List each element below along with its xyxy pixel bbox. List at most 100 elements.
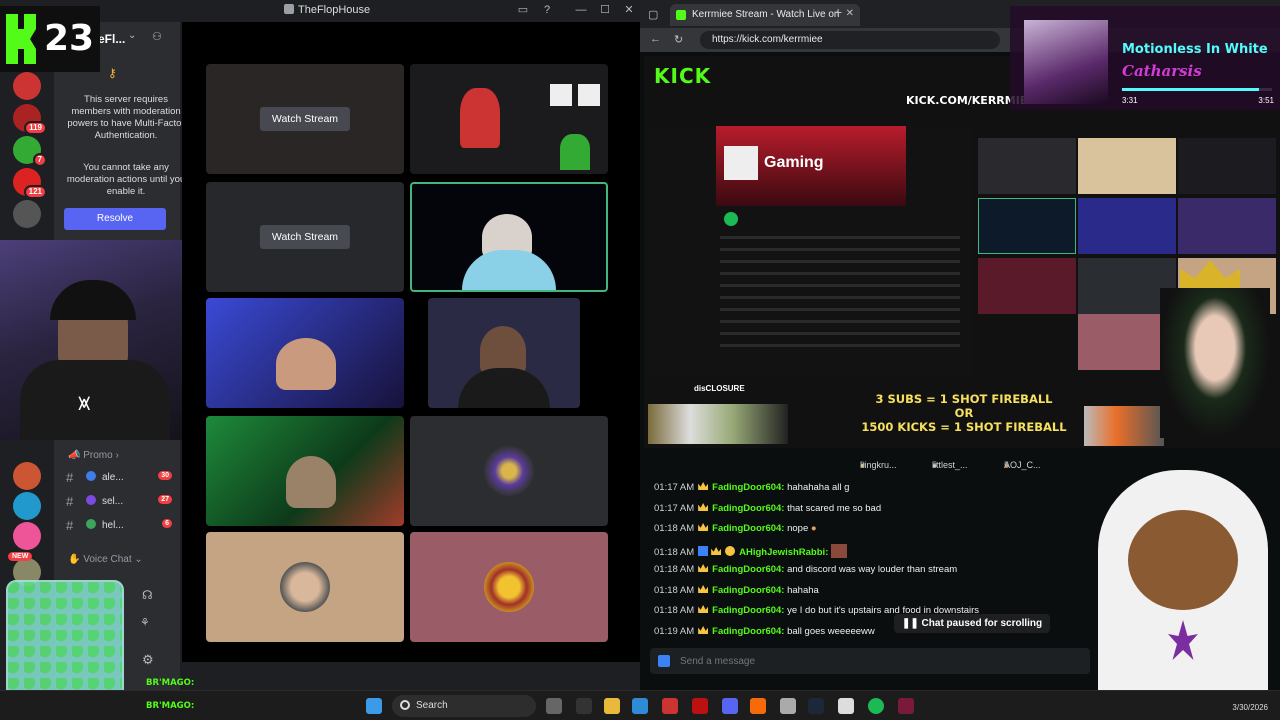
hash-icon: # [66, 470, 74, 485]
obs-icon[interactable] [838, 698, 854, 714]
help-icon[interactable]: ? [540, 3, 554, 17]
watch-stream-button[interactable]: Watch Stream [259, 107, 351, 131]
search-icon [400, 700, 410, 710]
channel-item[interactable]: # sel... 27 [62, 492, 176, 512]
server-icon[interactable] [13, 200, 41, 228]
album-art [1024, 20, 1108, 104]
track-row [720, 332, 960, 335]
chat-username[interactable]: AHighJewishRabbi [739, 547, 825, 558]
soundboard-icon[interactable]: ⚘ [140, 616, 150, 629]
resolve-button[interactable]: Resolve [64, 208, 166, 230]
emote-picker-icon[interactable] [658, 655, 670, 667]
spotify-icon[interactable] [868, 698, 884, 714]
discord-icon[interactable] [722, 698, 738, 714]
track-title: Catharsis [1122, 62, 1202, 80]
chat-timestamp: 01:18 AM [654, 605, 695, 616]
hash-icon: # [66, 518, 74, 533]
file-explorer-icon[interactable] [604, 698, 620, 714]
headphone-icon[interactable]: ☊ [142, 588, 153, 602]
opera-icon[interactable] [692, 698, 708, 714]
wave-icon: ✋ [68, 554, 84, 565]
inbox-icon[interactable]: ▭ [516, 3, 530, 17]
mini-tile [978, 138, 1076, 194]
stream-tile[interactable] [428, 298, 580, 408]
stream-tile-speaking[interactable] [410, 182, 608, 292]
back-icon[interactable]: ← [650, 33, 661, 45]
spotify-window: Gaming [646, 126, 974, 376]
chat-username[interactable]: FadingDoor604 [712, 605, 781, 616]
stream-tile[interactable]: Watch Stream [206, 182, 404, 292]
search-label: Search [416, 700, 448, 711]
play-button-icon [724, 212, 738, 226]
firefox-icon[interactable] [750, 698, 766, 714]
browser-tab[interactable]: Kerrmiee Stream - Watch Live on K ✕ [670, 4, 860, 26]
server-icon[interactable] [13, 72, 41, 100]
new-tab-button[interactable]: + [834, 4, 842, 20]
track-row [720, 248, 960, 251]
emote-icon [831, 544, 847, 558]
chat-paused-button[interactable]: ❚❚ Chat paused for scrolling [894, 614, 1051, 633]
chat-text: hahahaha all g [787, 482, 850, 493]
chat-username[interactable]: FadingDoor604 [712, 503, 781, 514]
chat-timestamp: 01:18 AM [654, 547, 695, 558]
chat-timestamp: 01:17 AM [654, 503, 695, 514]
gifter-count: 9 [860, 460, 866, 470]
chevron-down-icon[interactable]: ⌄ [128, 30, 136, 41]
stream-tile[interactable] [410, 532, 608, 642]
server-name[interactable]: eFl... [98, 32, 125, 46]
stream-tile[interactable] [206, 298, 404, 408]
start-button-icon[interactable] [366, 698, 382, 714]
maximize-button[interactable]: ☐ [598, 3, 612, 17]
server-icon[interactable] [13, 462, 41, 490]
stream-tile[interactable] [410, 416, 608, 526]
chat-input-box[interactable] [650, 648, 1090, 674]
chat-username[interactable]: FadingDoor604 [712, 626, 781, 637]
channel-item[interactable]: # ale... 30 [62, 468, 176, 488]
chat-text: that scared me so bad [787, 503, 882, 514]
stream-tile[interactable]: Watch Stream [206, 64, 404, 174]
add-member-icon[interactable]: ⚇ [152, 30, 162, 43]
server-icon[interactable]: 121 [13, 168, 47, 199]
taskbar-search[interactable]: Search [392, 695, 536, 717]
app-icon[interactable] [780, 698, 796, 714]
minimize-button[interactable]: — [574, 3, 588, 17]
watch-stream-button[interactable]: Watch Stream [259, 225, 351, 249]
stream-tile[interactable] [410, 64, 608, 174]
send-message-input[interactable] [680, 652, 1060, 670]
close-tab-icon[interactable]: ✕ [846, 8, 854, 19]
tab-list-icon[interactable]: ▢ [648, 8, 658, 21]
participant-avatar [484, 446, 534, 496]
server-icon[interactable] [13, 522, 41, 550]
chat-username[interactable]: FadingDoor604 [712, 585, 781, 596]
url-field[interactable]: https://kick.com/kerrmiee [700, 31, 1000, 49]
track-progress-fill [1122, 88, 1259, 91]
app-icon[interactable] [662, 698, 678, 714]
megaphone-icon: 📣 [68, 450, 84, 461]
server-icon[interactable] [13, 492, 41, 520]
stream-tile[interactable] [206, 532, 404, 642]
server-icon[interactable]: 119 [13, 104, 47, 135]
discord-icon [284, 4, 294, 14]
stream-tile[interactable] [206, 416, 404, 526]
settings-gear-icon[interactable]: ⚙ [142, 652, 154, 668]
close-button[interactable]: ✕ [622, 3, 636, 17]
reload-icon[interactable]: ↻ [674, 33, 683, 46]
mini-tile [1178, 198, 1276, 254]
chat-username[interactable]: FadingDoor604 [712, 564, 781, 575]
server-icon[interactable]: 7 [13, 136, 47, 167]
emote-icon: ● [808, 523, 817, 534]
chat-username[interactable]: FadingDoor604 [712, 482, 781, 493]
channel-item[interactable]: # hel... 6 [62, 516, 176, 536]
track-row [720, 284, 960, 287]
app-icon[interactable] [898, 698, 914, 714]
category-voice[interactable]: ✋ Voice Chat ⌄ [68, 554, 143, 565]
playlist-cover [724, 146, 758, 180]
moderator-badge-icon [698, 546, 709, 556]
chat-username[interactable]: FadingDoor604 [712, 523, 781, 534]
steam-icon[interactable] [808, 698, 824, 714]
task-view-icon[interactable] [546, 698, 562, 714]
category-promo[interactable]: 📣 Promo › [68, 450, 119, 461]
stream-grid: Watch Stream Watch Stream [182, 22, 640, 662]
epic-games-icon[interactable] [576, 698, 592, 714]
edge-icon[interactable] [632, 698, 648, 714]
